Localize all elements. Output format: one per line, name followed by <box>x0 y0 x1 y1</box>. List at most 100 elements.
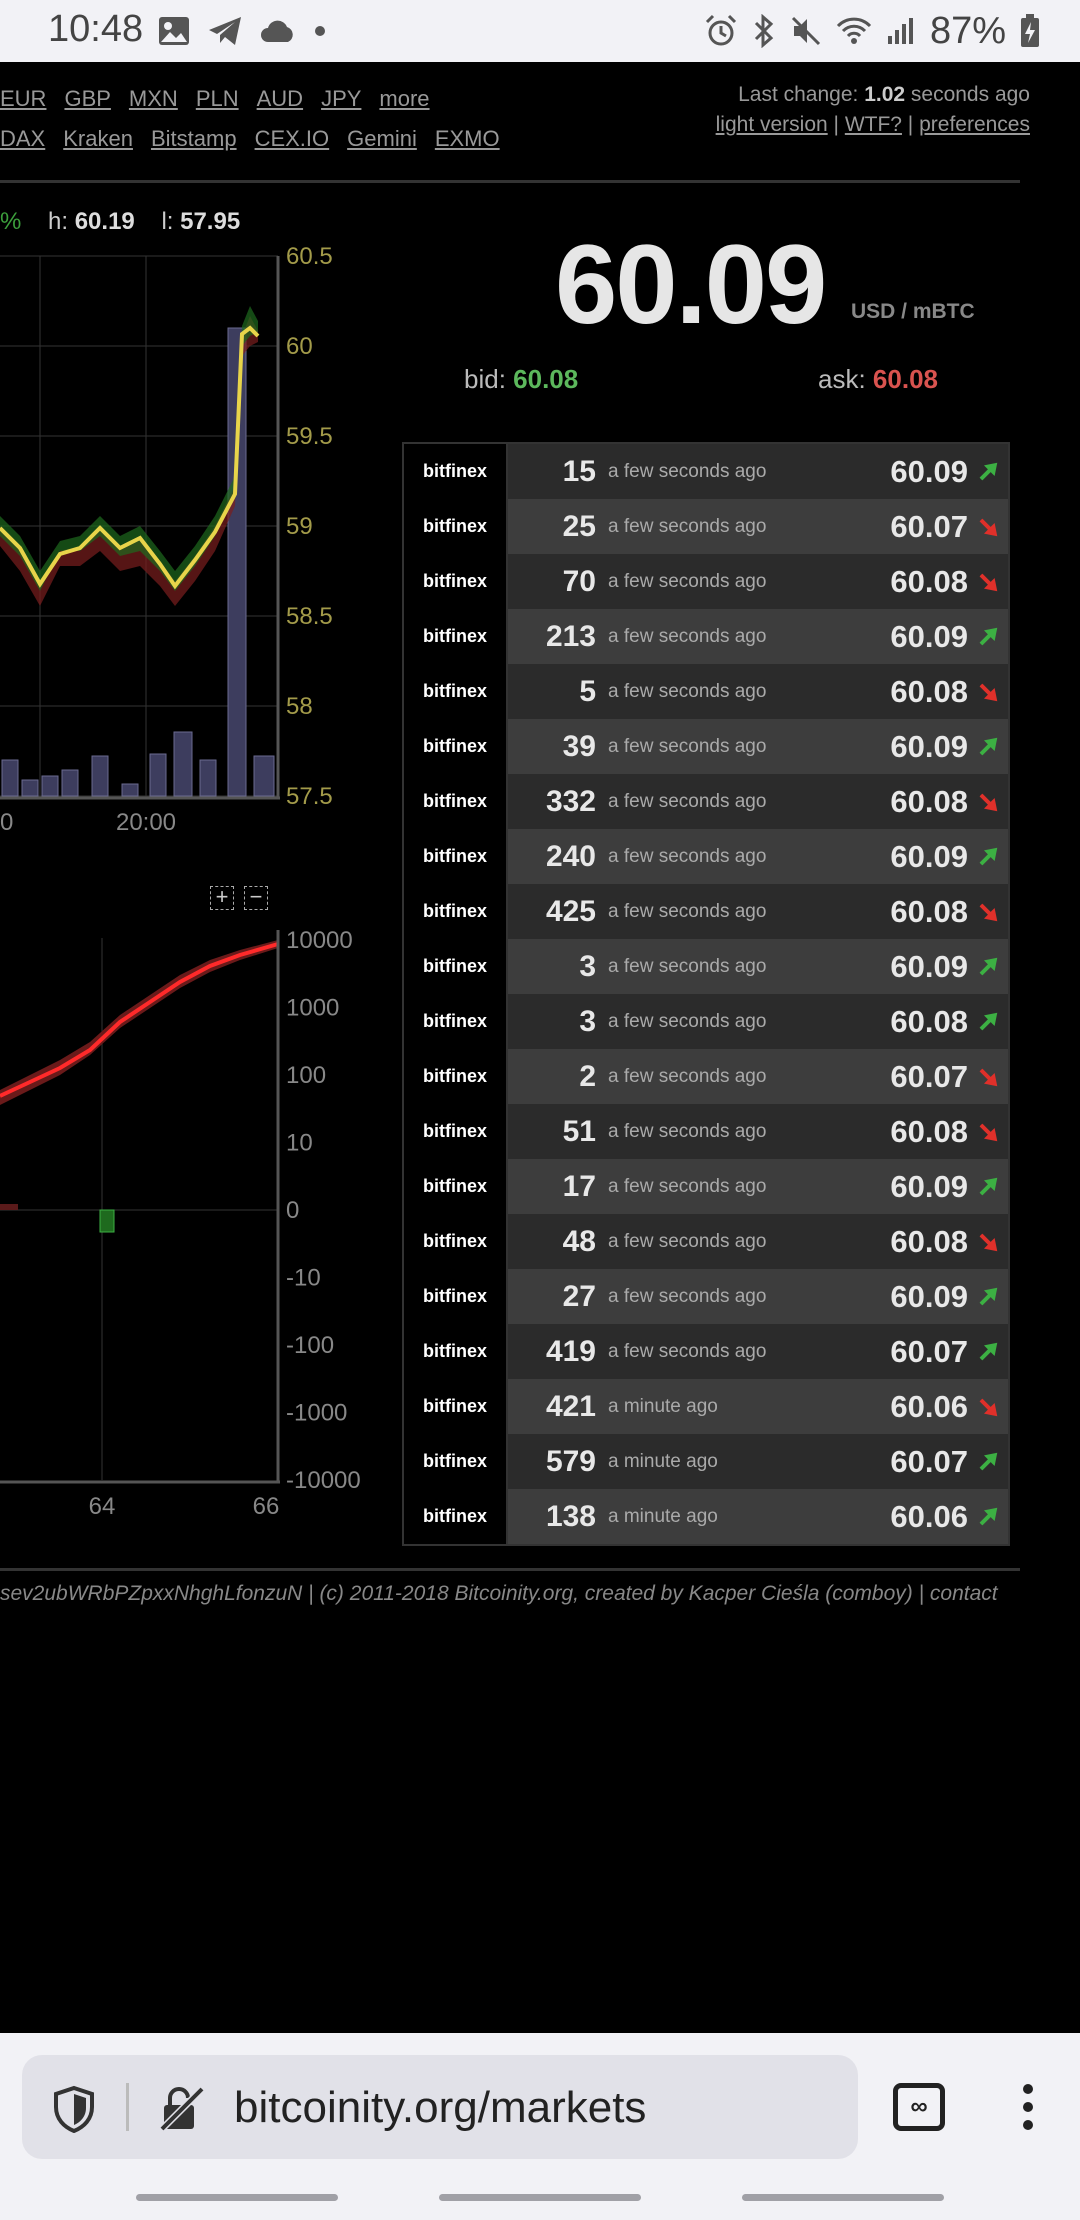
arrow-up-icon <box>968 1342 1008 1362</box>
trade-price: 60.07 <box>890 1058 968 1094</box>
depth-x-tick: 66 <box>253 1493 280 1520</box>
footer: sev2ubWRbPZpxxNhghLfonzuN | (c) 2011-201… <box>0 1582 998 1606</box>
trade-time: a few seconds ago <box>608 1010 767 1032</box>
nav-gesture-right[interactable] <box>742 2194 944 2201</box>
bid-value: 60.08 <box>513 364 579 394</box>
light-version-link[interactable]: light version <box>716 113 828 136</box>
trade-time: a few seconds ago <box>608 1230 767 1252</box>
arrow-down-icon <box>968 902 1008 922</box>
low-label: l: <box>161 208 181 235</box>
mute-icon <box>791 16 820 46</box>
trade-row: bitfinex 421 a minute ago 60.06 <box>404 1379 1008 1434</box>
trade-amount: 332 <box>545 784 596 818</box>
trade-time: a few seconds ago <box>608 570 767 592</box>
arrow-up-icon <box>968 1012 1008 1032</box>
trade-amount: 5 <box>579 674 596 708</box>
trade-exchange: bitfinex <box>404 1324 508 1379</box>
trade-amount: 17 <box>562 1169 596 1203</box>
depth-y-tick: 100 <box>286 1062 326 1089</box>
trade-row: bitfinex 3 a few seconds ago 60.08 <box>404 994 1008 1049</box>
exchange-link[interactable]: DAX <box>0 126 45 151</box>
address-bar[interactable]: bitcoinity.org/markets <box>22 2055 858 2159</box>
exchange-link[interactable]: Gemini <box>347 126 417 151</box>
status-time: 10:48 <box>48 8 144 50</box>
trade-exchange: bitfinex <box>404 1269 508 1324</box>
trade-row: bitfinex 17 a few seconds ago 60.09 <box>404 1159 1008 1214</box>
trade-time: a few seconds ago <box>608 735 767 757</box>
trades-table: bitfinex 15 a few seconds ago 60.09 bitfinex… <box>402 442 1010 1546</box>
exchange-link[interactable]: EXMO <box>435 126 500 151</box>
exchange-link[interactable]: Bitstamp <box>151 126 237 151</box>
price-chart[interactable]: 60.5 60 59.5 59 58.5 58 57.5 0 20:00 <box>0 236 360 846</box>
tracking-protection-off-icon[interactable] <box>158 2085 206 2133</box>
trade-row: bitfinex 39 a few seconds ago 60.09 <box>404 719 1008 774</box>
trade-price: 60.07 <box>890 1333 968 1369</box>
ask-value: 60.08 <box>872 364 938 394</box>
trade-amount: 51 <box>562 1114 596 1148</box>
ask-label: ask: <box>818 364 873 394</box>
trade-time: a minute ago <box>608 1450 718 1472</box>
trade-amount: 3 <box>579 949 596 983</box>
currency-link[interactable]: JPY <box>321 86 361 111</box>
currency-link[interactable]: PLN <box>196 86 239 111</box>
depth-y-tick: -10 <box>286 1265 321 1292</box>
trade-price: 60.08 <box>890 1223 968 1259</box>
zoom-out-button[interactable]: − <box>244 886 268 910</box>
trade-amount: 70 <box>562 564 596 598</box>
arrow-down-icon <box>968 1397 1008 1417</box>
exchange-link[interactable]: CEX.IO <box>255 126 330 151</box>
preferences-link[interactable]: preferences <box>919 113 1030 136</box>
trade-time: a few seconds ago <box>608 955 767 977</box>
arrow-down-icon <box>968 1122 1008 1142</box>
shield-icon[interactable] <box>52 2085 96 2133</box>
trade-row: bitfinex 213 a few seconds ago 60.09 <box>404 609 1008 664</box>
menu-icon[interactable] <box>1022 2083 1034 2131</box>
trade-exchange: bitfinex <box>404 1489 508 1544</box>
arrow-down-icon <box>968 682 1008 702</box>
trade-time: a few seconds ago <box>608 1065 767 1087</box>
trade-price: 60.09 <box>890 1278 968 1314</box>
cloud-icon <box>261 20 293 42</box>
last-change-label: Last change: <box>738 83 865 106</box>
bid: bid: 60.08 <box>464 364 578 395</box>
trade-row: bitfinex 332 a few seconds ago 60.08 <box>404 774 1008 829</box>
currency-link[interactable]: EUR <box>0 86 46 111</box>
depth-chart[interactable]: 100001000100100-10-100-1000-10000 64 66 <box>0 920 380 1530</box>
contact-link[interactable]: contact <box>930 1582 998 1605</box>
trade-row: bitfinex 25 a few seconds ago 60.07 <box>404 499 1008 554</box>
trade-row: bitfinex 425 a few seconds ago 60.08 <box>404 884 1008 939</box>
currency-link[interactable]: MXN <box>129 86 178 111</box>
trade-exchange: bitfinex <box>404 1159 508 1214</box>
tabs-button[interactable]: ∞ <box>893 2083 945 2131</box>
currency-link[interactable]: more <box>379 86 429 111</box>
trade-price: 60.06 <box>890 1498 968 1534</box>
current-price: 60.09 <box>555 222 827 347</box>
trade-exchange: bitfinex <box>404 774 508 829</box>
arrow-up-icon <box>968 1177 1008 1197</box>
trade-row: bitfinex 51 a few seconds ago 60.08 <box>404 1104 1008 1159</box>
trade-amount: 240 <box>545 839 596 873</box>
last-change-value: 1.02 <box>864 83 906 106</box>
nav-gesture-home[interactable] <box>439 2194 641 2201</box>
trade-row: bitfinex 15 a few seconds ago 60.09 <box>404 444 1008 499</box>
trade-exchange: bitfinex <box>404 829 508 884</box>
nav-gesture-left[interactable] <box>136 2194 338 2201</box>
zoom-in-button[interactable]: + <box>210 886 234 910</box>
dot-icon <box>315 26 325 36</box>
url-text[interactable]: bitcoinity.org/markets <box>234 2083 646 2133</box>
notification-icons <box>158 12 326 50</box>
trade-exchange: bitfinex <box>404 664 508 719</box>
wtf-link[interactable]: WTF? <box>845 113 902 136</box>
bluetooth-icon <box>754 14 774 48</box>
trade-row: bitfinex 3 a few seconds ago 60.09 <box>404 939 1008 994</box>
trade-amount: 138 <box>545 1499 596 1533</box>
trade-amount: 15 <box>562 454 596 488</box>
depth-x-tick: 64 <box>89 1493 116 1520</box>
currency-link[interactable]: AUD <box>257 86 303 111</box>
exchange-link[interactable]: Kraken <box>63 126 133 151</box>
trade-time: a minute ago <box>608 1395 718 1417</box>
currency-link[interactable]: GBP <box>64 86 110 111</box>
high-value: 60.19 <box>74 208 135 235</box>
trade-amount: 425 <box>545 894 596 928</box>
trade-price: 60.06 <box>890 1388 968 1424</box>
